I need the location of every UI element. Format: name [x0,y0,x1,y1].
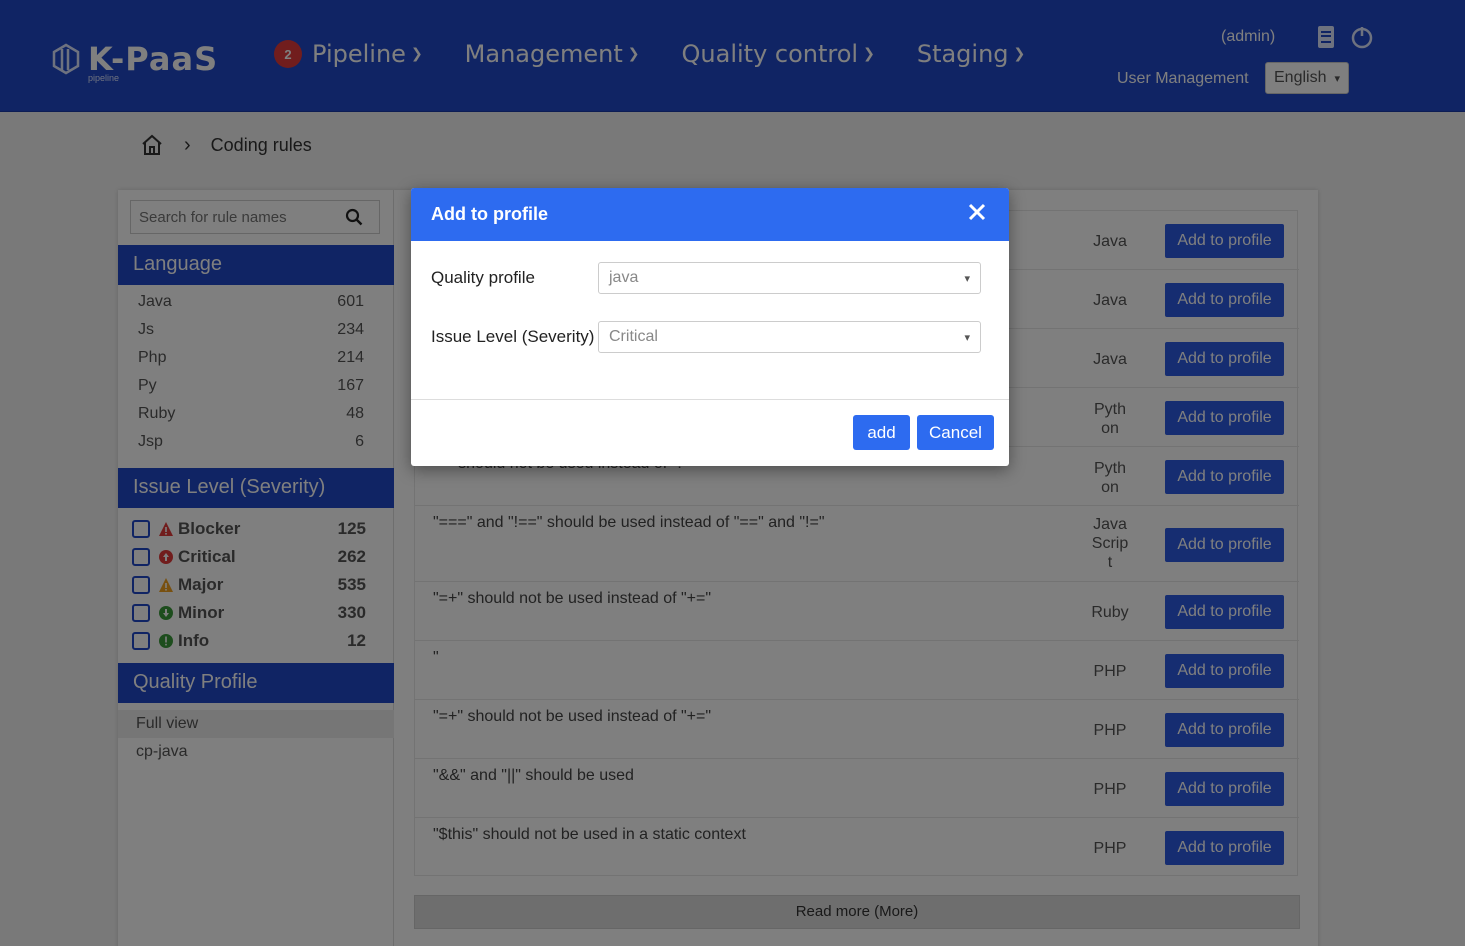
quality-profile-select[interactable]: java ▾ [598,262,981,294]
close-icon[interactable] [965,200,989,224]
add-to-profile-dialog: Add to profile Quality profile java ▾ Is… [411,188,1009,466]
cancel-button[interactable]: Cancel [917,415,994,450]
chevron-down-icon: ▾ [964,331,970,344]
quality-profile-value: java [609,269,639,286]
dialog-header: Add to profile [411,188,1009,241]
add-button[interactable]: add [853,415,910,450]
modal-backdrop[interactable] [0,0,1465,946]
dialog-divider [411,399,1009,400]
dialog-title: Add to profile [431,204,548,224]
severity-select[interactable]: Critical ▾ [598,321,981,353]
severity-label: Issue Level (Severity) [431,327,595,346]
quality-profile-label: Quality profile [431,268,535,287]
severity-value: Critical [609,328,658,345]
chevron-down-icon: ▾ [964,272,970,285]
